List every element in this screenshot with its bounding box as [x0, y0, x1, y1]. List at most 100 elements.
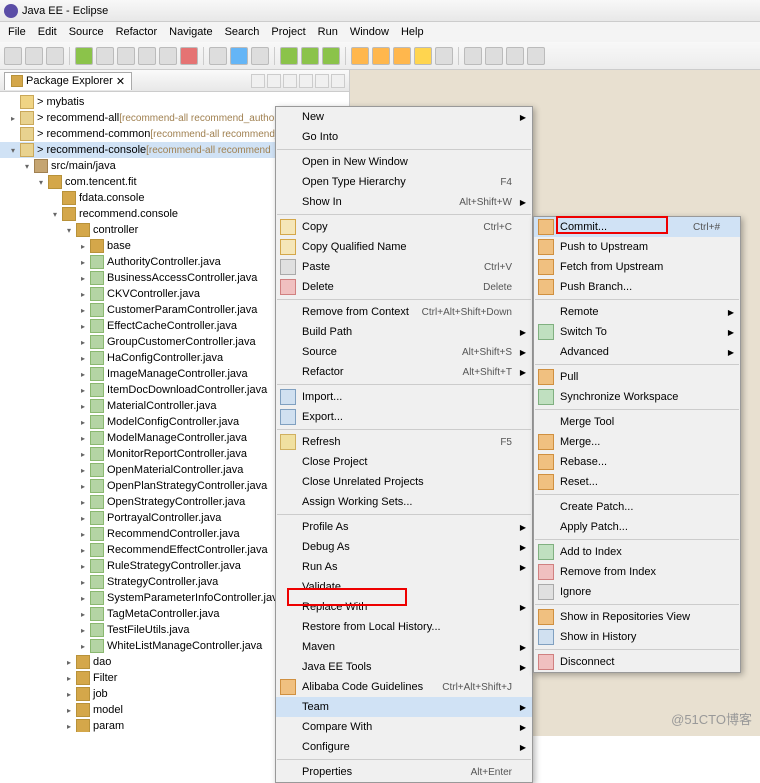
menu-item[interactable]: Reset... [534, 472, 740, 492]
maximize-icon[interactable] [331, 74, 345, 88]
menu-item[interactable]: Assign Working Sets... [276, 492, 532, 512]
menu-item[interactable]: Apply Patch... [534, 517, 740, 537]
menu-item[interactable]: Fetch from Upstream [534, 257, 740, 277]
menu-item[interactable]: Open Type HierarchyF4 [276, 172, 532, 192]
menu-item[interactable]: Export... [276, 407, 532, 427]
menu-item[interactable]: Profile As▶ [276, 517, 532, 537]
focus-icon[interactable] [283, 74, 297, 88]
expand-icon[interactable]: ▸ [78, 577, 88, 587]
expand-icon[interactable] [8, 129, 18, 139]
expand-icon[interactable]: ▸ [78, 513, 88, 523]
tool-type-icon[interactable] [230, 47, 248, 65]
menu-help[interactable]: Help [395, 24, 430, 40]
expand-icon[interactable]: ▸ [8, 113, 18, 123]
menu-item[interactable]: Team▶ [276, 697, 532, 717]
expand-icon[interactable]: ▸ [78, 353, 88, 363]
expand-icon[interactable]: ▸ [78, 321, 88, 331]
expand-icon[interactable]: ▸ [78, 369, 88, 379]
menu-item[interactable]: Maven▶ [276, 637, 532, 657]
menu-item[interactable]: SourceAlt+Shift+S▶ [276, 342, 532, 362]
tool-runbtn-icon[interactable] [280, 47, 298, 65]
tool-stop-icon[interactable] [180, 47, 198, 65]
menu-item[interactable]: Switch To▶ [534, 322, 740, 342]
menu-item[interactable]: PasteCtrl+V [276, 257, 532, 277]
menu-item[interactable]: Build Path▶ [276, 322, 532, 342]
menu-item[interactable]: Commit...Ctrl+# [534, 217, 740, 237]
menu-item[interactable]: Compare With▶ [276, 717, 532, 737]
menu-item[interactable]: Disconnect [534, 652, 740, 672]
package-explorer-tab[interactable]: Package Explorer ✕ [4, 72, 132, 90]
expand-icon[interactable]: ▸ [78, 497, 88, 507]
menu-file[interactable]: File [2, 24, 32, 40]
tool-git4-icon[interactable] [414, 47, 432, 65]
menu-item[interactable]: Add to Index [534, 542, 740, 562]
menu-bar[interactable]: FileEditSourceRefactorNavigateSearchProj… [0, 22, 760, 42]
menu-item[interactable]: New▶ [276, 107, 532, 127]
menu-item[interactable]: CopyCtrl+C [276, 217, 532, 237]
menu-item[interactable]: Configure▶ [276, 737, 532, 757]
expand-icon[interactable]: ▸ [64, 657, 74, 667]
expand-icon[interactable]: ▸ [78, 641, 88, 651]
toolbar[interactable] [0, 42, 760, 70]
menu-item[interactable]: Copy Qualified Name [276, 237, 532, 257]
link-icon[interactable] [267, 74, 281, 88]
expand-icon[interactable]: ▸ [78, 337, 88, 347]
tool-git3-icon[interactable] [393, 47, 411, 65]
expand-icon[interactable]: ▸ [78, 481, 88, 491]
expand-icon[interactable]: ▸ [78, 289, 88, 299]
menu-item[interactable]: Remove from Index [534, 562, 740, 582]
expand-icon[interactable]: ▸ [78, 257, 88, 267]
menu-item[interactable]: Pull [534, 367, 740, 387]
menu-item[interactable]: Close Project [276, 452, 532, 472]
menu-search[interactable]: Search [219, 24, 266, 40]
expand-icon[interactable]: ▾ [64, 225, 74, 235]
tool-runlast-icon[interactable] [301, 47, 319, 65]
expand-icon[interactable]: ▸ [64, 673, 74, 683]
menu-item[interactable]: RefactorAlt+Shift+T▶ [276, 362, 532, 382]
tool-nav2-icon[interactable] [485, 47, 503, 65]
expand-icon[interactable]: ▸ [78, 449, 88, 459]
menu-run[interactable]: Run [312, 24, 344, 40]
menu-source[interactable]: Source [63, 24, 110, 40]
menu-item[interactable]: Ignore [534, 582, 740, 602]
expand-icon[interactable]: ▸ [78, 433, 88, 443]
tool-step-icon[interactable] [117, 47, 135, 65]
menu-item[interactable]: Merge... [534, 432, 740, 452]
menu-item[interactable]: Advanced▶ [534, 342, 740, 362]
collapse-icon[interactable] [251, 74, 265, 88]
tool-run-icon[interactable] [75, 47, 93, 65]
menu-item[interactable]: Debug As▶ [276, 537, 532, 557]
menu-icon[interactable] [299, 74, 313, 88]
menu-item[interactable]: Java EE Tools▶ [276, 657, 532, 677]
expand-icon[interactable]: ▸ [64, 721, 74, 731]
expand-icon[interactable]: ▸ [78, 561, 88, 571]
tool-resume-icon[interactable] [159, 47, 177, 65]
tool-save-icon[interactable] [25, 47, 43, 65]
menu-window[interactable]: Window [344, 24, 395, 40]
minimize-icon[interactable] [315, 74, 329, 88]
menu-refactor[interactable]: Refactor [110, 24, 164, 40]
expand-icon[interactable] [50, 193, 60, 203]
expand-icon[interactable]: ▸ [78, 465, 88, 475]
expand-icon[interactable]: ▸ [64, 705, 74, 715]
tool-git2-icon[interactable] [372, 47, 390, 65]
expand-icon[interactable]: ▸ [78, 609, 88, 619]
tool-open-icon[interactable] [209, 47, 227, 65]
expand-icon[interactable]: ▸ [78, 417, 88, 427]
menu-item[interactable]: Show InAlt+Shift+W▶ [276, 192, 532, 212]
menu-edit[interactable]: Edit [32, 24, 63, 40]
expand-icon[interactable] [8, 97, 18, 107]
tool-saveall-icon[interactable] [46, 47, 64, 65]
menu-item[interactable]: Synchronize Workspace [534, 387, 740, 407]
menu-item[interactable]: PropertiesAlt+Enter [276, 762, 532, 782]
menu-item[interactable]: RefreshF5 [276, 432, 532, 452]
menu-item[interactable]: Replace With▶ [276, 597, 532, 617]
menu-item[interactable]: DeleteDelete [276, 277, 532, 297]
tool-git1-icon[interactable] [351, 47, 369, 65]
menu-item[interactable]: Show in Repositories View [534, 607, 740, 627]
menu-item[interactable]: Import... [276, 387, 532, 407]
menu-project[interactable]: Project [265, 24, 311, 40]
menu-item[interactable]: Push Branch... [534, 277, 740, 297]
expand-icon[interactable]: ▸ [78, 241, 88, 251]
tool-runconf-icon[interactable] [322, 47, 340, 65]
